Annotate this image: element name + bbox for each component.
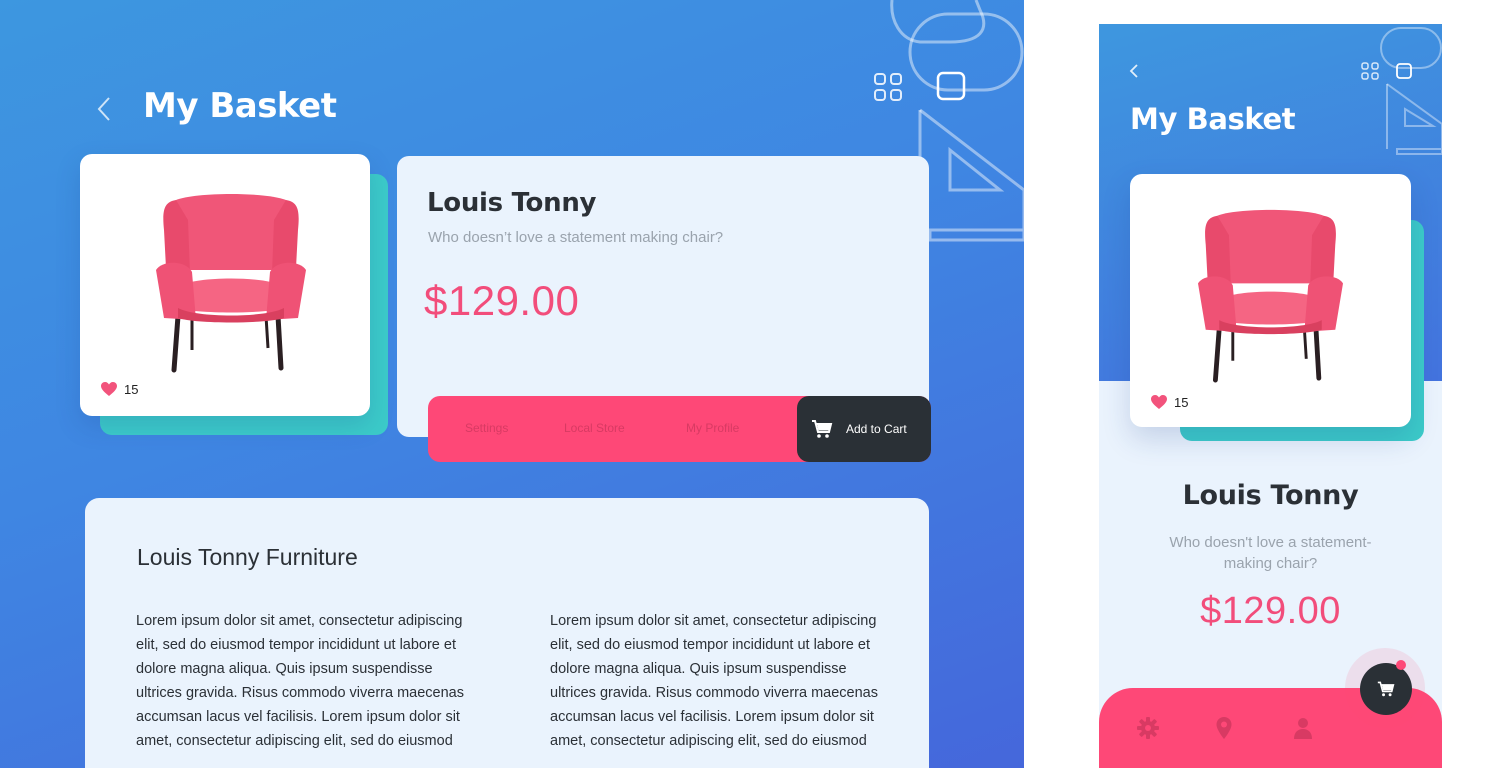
cart-icon xyxy=(812,420,833,438)
mobile-back-button[interactable] xyxy=(1125,60,1143,82)
mobile-likes-count: 15 xyxy=(1174,394,1189,410)
about-paragraph-right: Lorem ipsum dolor sit amet, consectetur … xyxy=(550,613,878,749)
mobile-likes-counter[interactable]: 15 xyxy=(1150,394,1188,410)
page-title: My Basket xyxy=(143,86,337,126)
about-paragraph-left: Lorem ipsum dolor sit amet, consectetur … xyxy=(136,613,464,749)
mobile-view: My Basket 15 Louis Tonny Who doesn't lov… xyxy=(1099,24,1442,768)
square-icon xyxy=(936,71,966,101)
gear-icon[interactable] xyxy=(1136,716,1160,740)
cart-icon xyxy=(1377,681,1395,697)
pink-armchair-image xyxy=(1198,209,1343,383)
location-pin-icon[interactable] xyxy=(1212,716,1236,740)
pink-armchair-image xyxy=(156,194,306,373)
product-name: Louis Tonny xyxy=(427,188,597,218)
about-title: Louis Tonny Furniture xyxy=(137,544,358,570)
heart-icon xyxy=(101,382,117,396)
cart-fab-button[interactable] xyxy=(1360,663,1412,715)
square-icon xyxy=(1396,63,1412,79)
add-to-cart-button[interactable]: Add to Cart xyxy=(797,396,931,462)
grid-icon xyxy=(874,73,902,101)
mobile-product-price: $129.00 xyxy=(1200,590,1341,632)
likes-counter[interactable]: 15 xyxy=(100,381,138,397)
mobile-product-description: Who doesn't love a statement-making chai… xyxy=(1169,534,1372,572)
my-profile-link[interactable]: My Profile xyxy=(686,421,739,435)
mobile-page-title: My Basket xyxy=(1130,102,1296,136)
grid-icon xyxy=(1361,62,1379,80)
product-price: $129.00 xyxy=(424,277,580,324)
decorative-numerals xyxy=(1380,27,1442,155)
likes-count: 15 xyxy=(124,381,139,397)
settings-link[interactable]: Settings xyxy=(465,421,508,435)
grid-view-button[interactable] xyxy=(873,72,903,102)
desktop-view: My Basket 15 Louis Tonny Who doesn’t lov… xyxy=(0,0,1024,768)
local-store-link[interactable]: Local Store xyxy=(564,421,625,435)
product-description: Who doesn’t love a statement making chai… xyxy=(428,229,724,246)
chevron-left-icon xyxy=(1129,64,1138,78)
mobile-single-view-button[interactable] xyxy=(1395,62,1413,80)
heart-icon xyxy=(1151,395,1167,409)
user-icon[interactable] xyxy=(1291,716,1315,740)
add-to-cart-label: Add to Cart xyxy=(846,422,907,436)
mobile-grid-view-button[interactable] xyxy=(1361,62,1379,80)
cart-notification-dot xyxy=(1396,660,1406,670)
mobile-product-name: Louis Tonny xyxy=(1182,480,1359,511)
single-view-button[interactable] xyxy=(936,71,966,101)
product-image-card[interactable] xyxy=(80,154,370,416)
back-button[interactable] xyxy=(92,92,116,126)
screen: My Basket 15 Louis Tonny Who doesn’t lov… xyxy=(0,0,1500,768)
about-card: Louis Tonny Furniture Lorem ipsum dolor … xyxy=(85,498,929,768)
mobile-product-image-card[interactable] xyxy=(1130,174,1411,427)
chevron-left-icon xyxy=(97,97,110,121)
product-info-card: Louis Tonny Who doesn’t love a statement… xyxy=(397,156,929,437)
